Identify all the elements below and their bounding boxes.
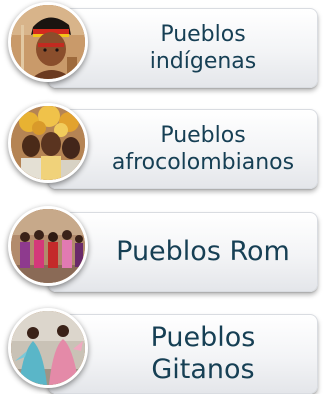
group-label: Pueblos indígenas [149,22,257,74]
group-label: Pueblos Gitanos [150,322,256,385]
group-card[interactable]: Pueblos afrocolombianos [48,109,318,189]
ethnic-groups-list: Pueblos indígenas Pueblos afrocolombiano… [0,0,327,394]
group-card[interactable]: Pueblos Gitanos [48,314,318,394]
group-label: Pueblos afrocolombianos [111,123,295,175]
group-item-indigenas[interactable]: Pueblos indígenas [0,2,327,88]
rom-dancers-photo [8,206,88,286]
indigenous-person-photo [8,2,88,82]
group-card[interactable]: Pueblos indígenas [48,8,318,88]
group-card[interactable]: Pueblos Rom [48,212,318,292]
gitano-dancers-photo [8,308,88,388]
group-item-rom[interactable]: Pueblos Rom [0,206,327,292]
afrocolombian-people-photo [8,103,88,183]
group-label: Pueblos Rom [116,236,290,267]
group-item-gitanos[interactable]: Pueblos Gitanos [0,308,327,394]
group-item-afrocolombianos[interactable]: Pueblos afrocolombianos [0,103,327,189]
